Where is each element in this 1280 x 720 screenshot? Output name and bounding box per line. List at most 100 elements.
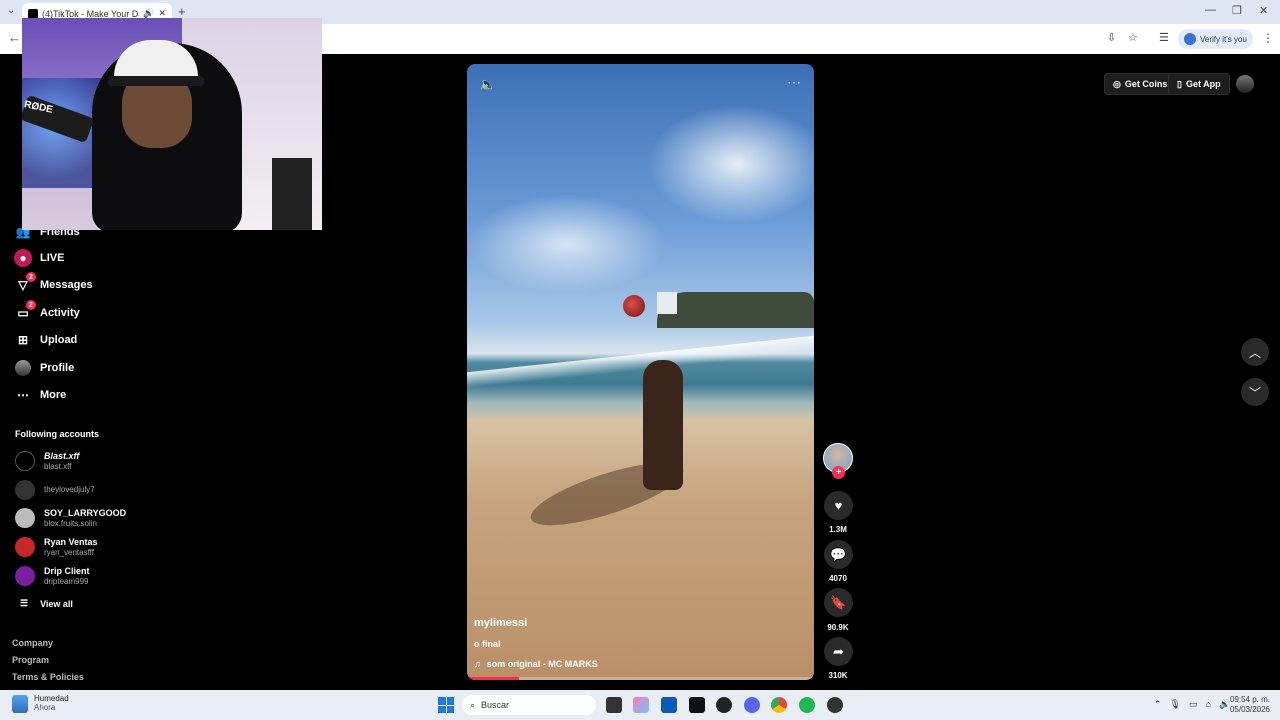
heart-icon: ♥ [834,498,843,513]
spotify-icon[interactable] [799,697,815,713]
verify-profile-button[interactable]: Verify it's you [1178,29,1253,49]
sidebar-item-messages[interactable]: ▽ 2 Messages [14,272,93,295]
sidebar-item-profile[interactable]: Profile [14,358,74,378]
avatar [15,451,35,471]
get-coins-label: Get Coins [1124,79,1168,89]
account-name: SOY_LARRYGOOD [44,507,127,518]
video-progress-bar[interactable] [467,677,814,680]
account-name: Drip Client [44,565,90,576]
tab-title: (4)TikTok - Make Your Day [42,8,140,19]
store-icon[interactable] [661,697,677,713]
taskbar-clock[interactable]: 09:54 p. m. 05/03/2026 [1228,695,1270,715]
footer-link-terms[interactable]: Terms & Policies [12,672,84,682]
copilot-icon[interactable] [633,697,649,713]
user-avatar[interactable] [1236,75,1254,93]
video-progress-fill [467,677,520,680]
activity-icon: ▭ 2 [14,300,36,322]
sound-icon[interactable]: 🔈 [479,76,496,93]
bookmark-star-icon[interactable]: ☆ [1128,31,1138,44]
chevron-up-icon: ⌃ [1154,699,1162,709]
video-music[interactable]: ♫ som original - MC MARKS [474,659,598,669]
tab-search-icon[interactable]: ⌄ [7,5,15,16]
weather-title: Humedad [34,694,69,703]
share-button[interactable]: ➦ [824,637,853,666]
account-name: Ryan Ventas [44,536,98,547]
sidebar-item-more[interactable]: ⋯ More [14,385,66,405]
like-count: 1.3M [829,525,847,534]
next-video-button[interactable]: ﹀ [1241,378,1269,406]
comment-count: 4070 [829,574,847,583]
like-button[interactable]: ♥ [824,491,853,520]
search-placeholder: Buscar [481,700,510,710]
previous-video-button[interactable]: ︿ [1241,338,1269,366]
sidebar-item-activity[interactable]: ▭ 2 Activity [14,300,80,323]
list-item[interactable]: SOY_LARRYGOOD blox.fruits.solin [15,506,126,530]
install-app-icon[interactable]: ⇩ [1107,31,1116,44]
app-icon[interactable] [827,697,843,713]
terminal-icon[interactable] [689,697,705,713]
sidebar-item-live[interactable]: ● LIVE [14,248,64,268]
verify-label: Verify it's you [1200,34,1247,44]
avatar [15,566,35,586]
chevron-up-icon: ︿ [1248,345,1261,360]
messages-badge: 2 [26,272,36,282]
share-icon: ➦ [833,643,844,659]
search-icon: ⌕ [470,699,476,710]
list-item[interactable]: Blast.xff blast.xff [15,449,79,473]
customize-icon[interactable]: ☰ [1159,31,1169,44]
list-item[interactable]: Drip Client dripteam999 [15,564,90,588]
address-bar[interactable] [322,27,1092,51]
discord-icon[interactable] [744,697,760,713]
task-view-icon[interactable] [606,697,622,713]
chrome-icon[interactable] [771,697,787,713]
save-button[interactable]: 🔖 [824,588,853,617]
footer-link-company[interactable]: Company [12,638,53,648]
sidebar-item-upload[interactable]: ⊞ Upload [14,330,77,350]
sidebar-item-label: LIVE [40,252,65,264]
follow-plus-icon[interactable]: + [832,466,845,479]
restore-button[interactable]: ❐ [1232,4,1242,17]
sidebar-item-label: Activity [40,307,80,319]
list-item[interactable]: Ryan Ventas ryan_ventasfff [15,535,98,559]
sidebar-item-label: Upload [40,334,78,346]
taskbar-search[interactable]: ⌕ Buscar [462,695,596,715]
close-window-button[interactable]: ✕ [1259,4,1268,17]
system-tray[interactable]: ⌃ 🎙 ▭ ⌂ 🔊 [1154,699,1230,710]
start-button[interactable] [438,697,454,713]
microphone-icon: 🎙 [1169,699,1181,709]
more-options-icon[interactable]: ⋯ [787,74,802,91]
webcam-overlay: RØDE [22,18,322,230]
sidebar-item-label: More [40,389,67,401]
account-handle: blast.xff [44,461,72,471]
weather-widget[interactable]: Humedad Ahora [12,694,69,713]
get-coins-button[interactable]: ◎ Get Coins [1104,73,1177,95]
clock-time: 09:54 p. m. [1229,695,1270,704]
view-all-link[interactable]: ☰ View all [20,598,73,609]
video-author[interactable]: mylimessi [474,617,527,629]
account-handle: theylovedjuly7 [44,485,95,494]
new-tab-button[interactable]: + [178,4,186,19]
get-app-button[interactable]: ▯ Get App [1168,73,1230,95]
browser-menu-icon[interactable]: ⋮ [1262,31,1274,45]
back-button[interactable]: ← [8,30,21,45]
app-icon[interactable] [716,697,732,713]
messages-icon: ▽ 2 [14,272,36,294]
comment-icon: 💬 [830,546,847,562]
video-player[interactable]: 🔈 ⋯ mylimessi o final ♫ som original - M… [467,64,814,680]
music-note-icon: ♫ [474,659,481,669]
clock-date: 05/03/2026 [1229,705,1270,714]
footer-link-program[interactable]: Program [12,655,49,665]
upload-icon: ⊞ [17,333,29,347]
video-description: o final [474,639,501,649]
network-icon: ⌂ [1205,699,1211,709]
more-icon: ⋯ [17,388,29,402]
sidebar-item-label: Messages [40,279,93,291]
live-icon: ● [14,249,32,267]
get-app-label: Get App [1185,79,1221,89]
account-handle: ryan_ventasfff [44,547,94,557]
list-item[interactable]: theylovedjuly7 [15,478,95,502]
phone-icon: ▯ [1177,78,1182,89]
minimize-button[interactable]: — [1205,4,1216,16]
avatar [15,480,35,500]
comment-button[interactable]: 💬 [824,540,853,569]
